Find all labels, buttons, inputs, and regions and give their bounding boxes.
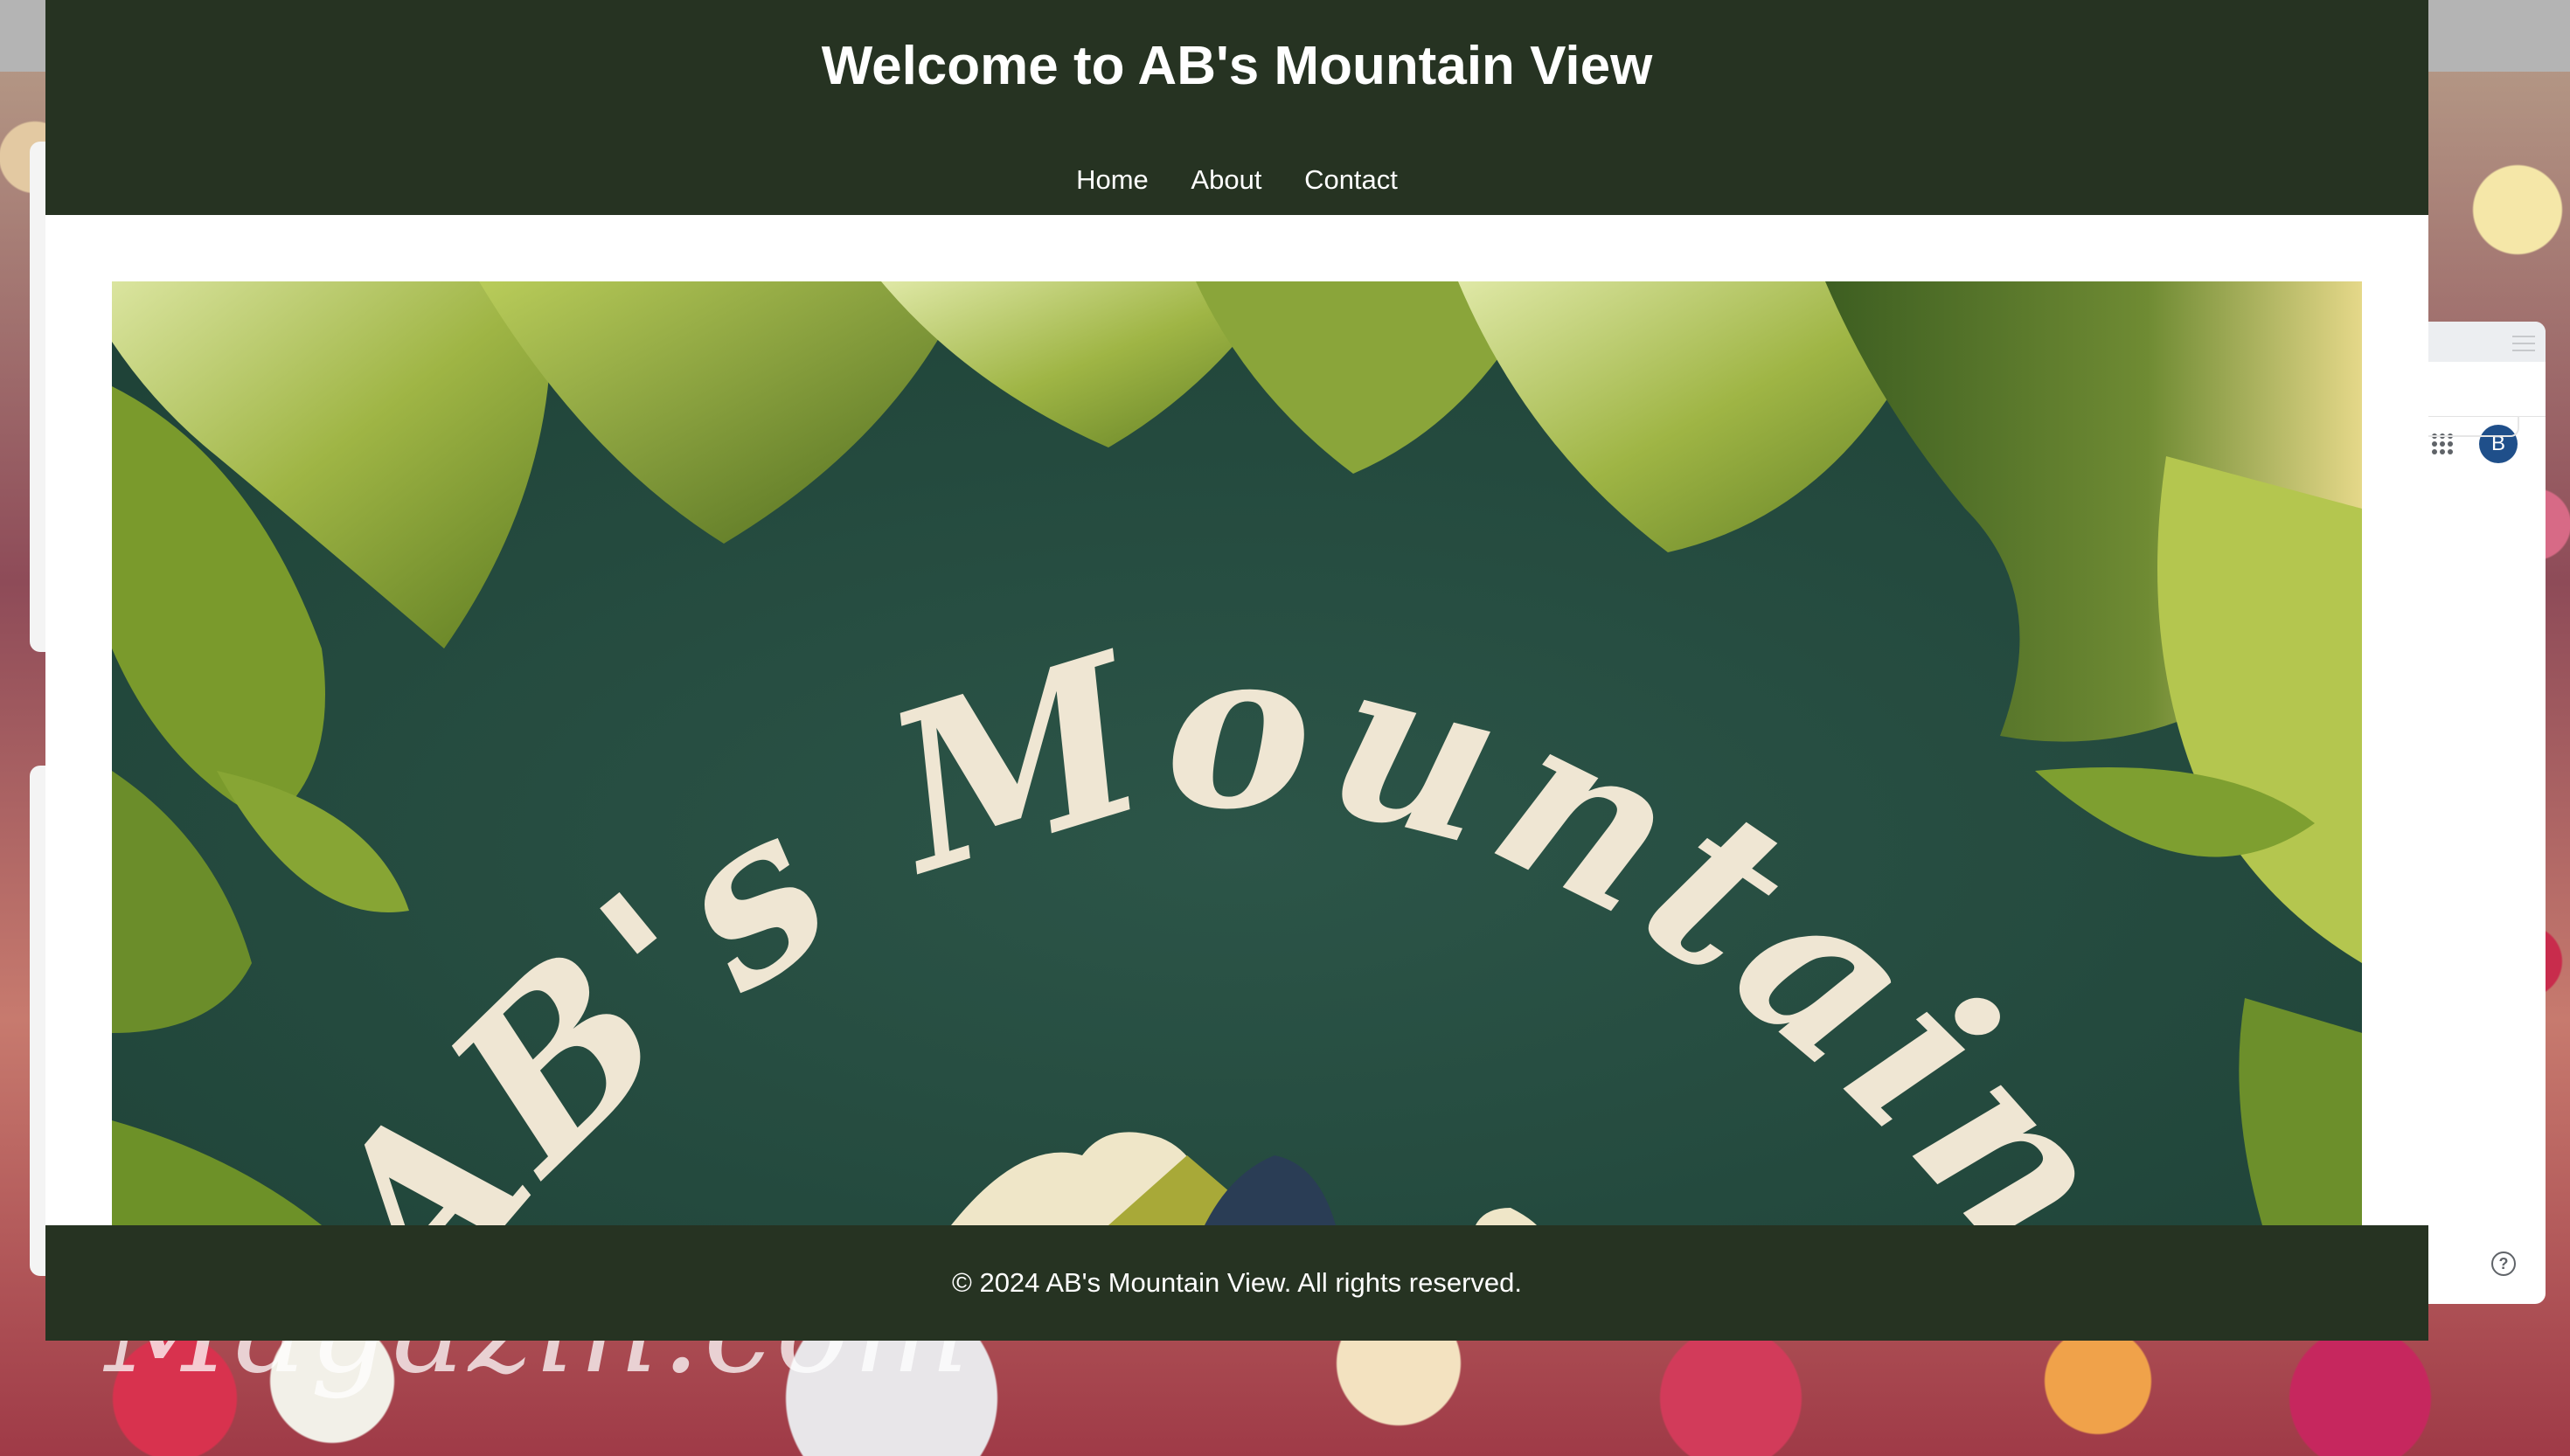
hero-image: AB's Mountain View xyxy=(112,281,2362,1225)
nav-link-about[interactable]: About xyxy=(1191,164,1261,195)
site-header: Welcome to AB's Mountain View Home About… xyxy=(45,0,2428,215)
page-title: Welcome to AB's Mountain View xyxy=(821,36,1653,96)
site-footer: © 2024 AB's Mountain View. All rights re… xyxy=(45,1225,2428,1341)
menu-lines-icon[interactable] xyxy=(2512,336,2535,351)
footer-copyright: © 2024 AB's Mountain View. All rights re… xyxy=(952,1267,1522,1298)
nav-link-home[interactable]: Home xyxy=(1076,164,1149,195)
help-circle-icon[interactable]: ? xyxy=(2491,1251,2516,1276)
nav-link-contact[interactable]: Contact xyxy=(1304,164,1398,195)
main-nav: Home About Contact xyxy=(45,164,2428,196)
website-window: Welcome to AB's Mountain View Home About… xyxy=(45,0,2428,1341)
